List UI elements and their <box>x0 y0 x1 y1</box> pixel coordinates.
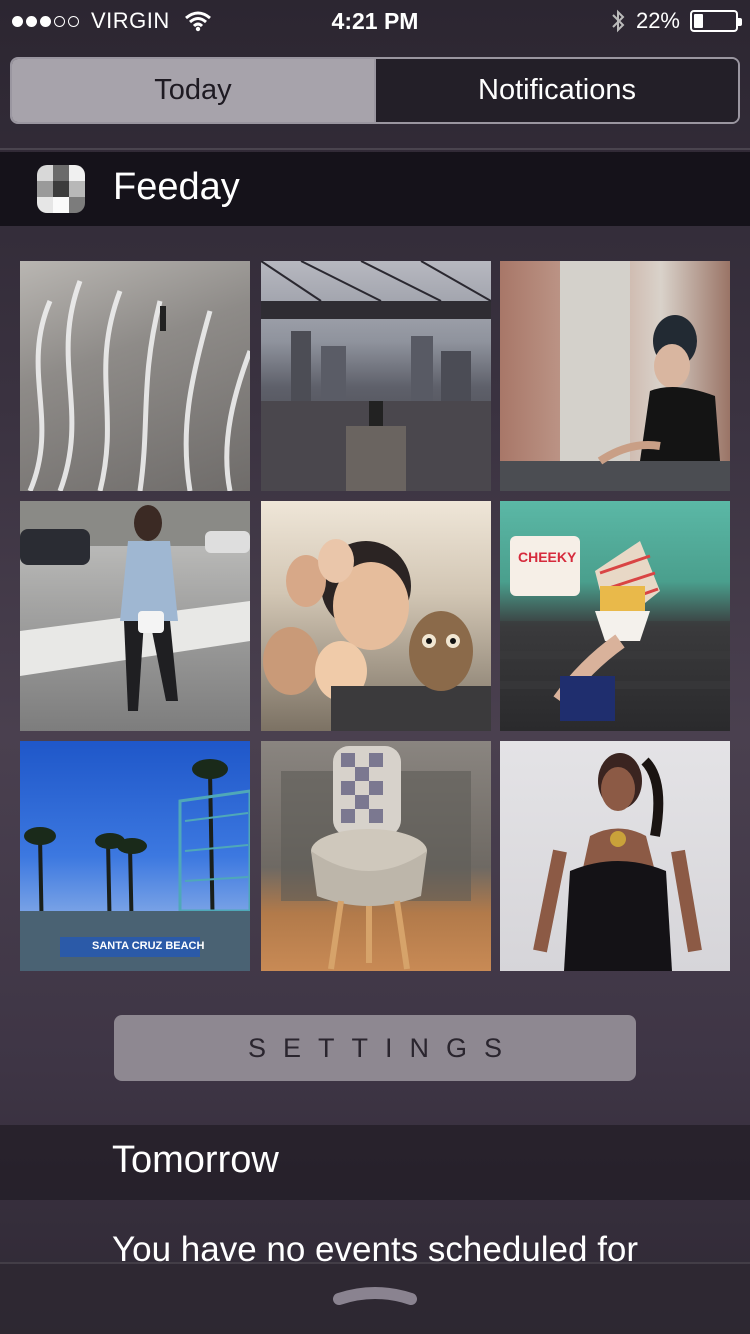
widget-title: Feeday <box>113 166 240 208</box>
bluetooth-icon <box>612 9 625 33</box>
feeday-widget-header[interactable]: Feeday <box>0 152 750 226</box>
photo-brooklyn-bridge[interactable] <box>261 261 491 491</box>
battery-percentage: 22% <box>635 8 680 33</box>
photo-cheeky-fries[interactable]: CHEEKY <box>500 501 730 731</box>
photo-woman-black-corset[interactable] <box>500 741 730 971</box>
tomorrow-title: Tomorrow <box>112 1139 279 1181</box>
photo-santa-cruz-beach[interactable]: SANTA CRUZ BEACH <box>20 741 250 971</box>
photo-group-selfie-owl[interactable] <box>261 501 491 731</box>
tab-notifications[interactable]: Notifications <box>374 59 738 122</box>
status-right: 22% <box>610 8 742 34</box>
today-notifications-segmented-control: Today Notifications <box>10 57 740 124</box>
battery-icon <box>690 10 742 32</box>
photo-caption: CHEEKY <box>518 549 577 565</box>
photo-woman-brick-wall[interactable] <box>500 261 730 491</box>
photo-letter-d-stool[interactable] <box>261 741 491 971</box>
battery-level <box>694 14 703 28</box>
tab-today[interactable]: Today <box>12 59 374 122</box>
photo-fashion-street[interactable] <box>20 501 250 731</box>
photo-plaza-stripes[interactable] <box>20 261 250 491</box>
tomorrow-events-text: You have no events scheduled for <box>112 1230 639 1262</box>
section-divider <box>0 148 750 150</box>
settings-button[interactable]: SETTINGS <box>114 1015 636 1081</box>
feeday-checker-icon <box>37 165 85 213</box>
tomorrow-section-header: Tomorrow <box>0 1125 750 1200</box>
status-bar: VIRGIN 4:21 PM 22% <box>0 0 750 40</box>
grabber-handle-icon[interactable] <box>333 1285 417 1307</box>
photo-caption: SANTA CRUZ BEACH <box>92 940 205 952</box>
